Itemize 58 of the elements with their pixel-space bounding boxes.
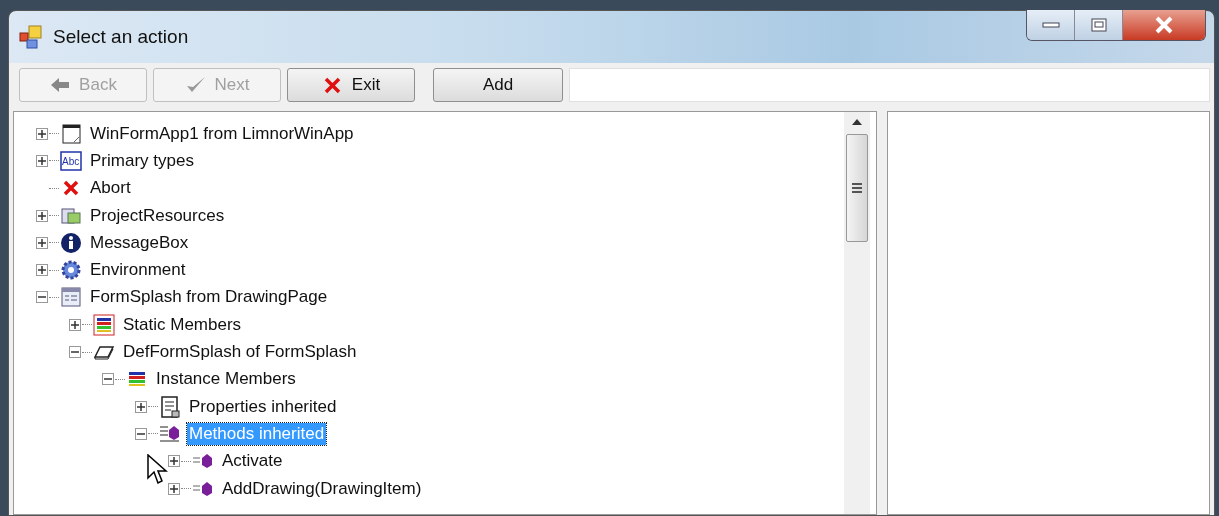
add-button[interactable]: Add (433, 68, 563, 102)
expand-toggle[interactable] (168, 455, 180, 468)
collapse-toggle[interactable] (36, 291, 48, 304)
plus-icon (38, 266, 46, 275)
expand-toggle[interactable] (69, 318, 81, 331)
scroll-thumb[interactable] (846, 134, 868, 242)
tree-item[interactable]: Environment (88, 259, 188, 282)
tree-item[interactable]: Activate (220, 450, 285, 473)
form-icon (60, 286, 82, 309)
gear-icon (60, 259, 82, 282)
maximize-icon (1090, 18, 1107, 32)
stacked-bars-icon (93, 313, 115, 336)
tree-item[interactable]: Primary types (88, 149, 196, 172)
plus-icon (38, 238, 46, 247)
tree-item[interactable]: Static Members (121, 313, 244, 336)
mouse-pointer-icon (147, 454, 169, 486)
expand-toggle[interactable] (36, 236, 48, 249)
minus-icon (71, 348, 79, 356)
tree-item[interactable]: Abort (88, 177, 133, 200)
exit-button[interactable]: Exit (287, 68, 415, 102)
scroll-up-icon[interactable] (851, 118, 863, 126)
expand-toggle[interactable] (36, 127, 48, 140)
document-icon (159, 395, 181, 418)
collapse-toggle[interactable] (135, 427, 147, 440)
window-title: Select an action (53, 24, 189, 49)
close-icon (1154, 16, 1174, 34)
tree-item[interactable]: ProjectResources (88, 204, 227, 227)
tree-item[interactable]: WinFormApp1 from LimnorWinApp (88, 122, 356, 145)
app-icon (19, 25, 43, 49)
plus-icon (170, 457, 178, 466)
minimize-icon (1041, 21, 1060, 29)
plus-icon (137, 402, 145, 411)
tree-item[interactable]: Properties inherited (187, 395, 339, 418)
plus-icon (38, 129, 46, 138)
plus-icon (71, 320, 79, 329)
tree-item[interactable]: Instance Members (154, 368, 298, 391)
close-button[interactable] (1123, 10, 1205, 40)
window-icon (60, 122, 82, 145)
maximize-button[interactable] (1075, 10, 1123, 40)
abc-text-icon: Abc (60, 149, 82, 172)
tree-item[interactable]: DefFormSplash of FormSplash (121, 341, 359, 363)
expand-toggle[interactable] (36, 209, 48, 222)
plus-icon (170, 484, 178, 493)
collapse-toggle[interactable] (69, 346, 81, 358)
back-arrow-icon (49, 75, 72, 95)
vertical-scrollbar[interactable] (844, 112, 870, 514)
expand-toggle[interactable] (168, 482, 180, 495)
expand-toggle[interactable] (135, 400, 147, 413)
minimize-button[interactable] (1027, 10, 1075, 40)
plus-icon (38, 211, 46, 220)
expand-toggle[interactable] (36, 264, 48, 277)
tree-item[interactable]: FormSplash from DrawingPage (88, 286, 330, 309)
tree-item[interactable]: AddDrawing(DrawingItem) (220, 477, 424, 500)
expand-toggle[interactable] (36, 154, 48, 167)
collapse-toggle[interactable] (102, 373, 114, 386)
tree-item[interactable]: MessageBox (88, 231, 191, 254)
info-icon (60, 231, 82, 254)
plus-icon (38, 156, 46, 165)
